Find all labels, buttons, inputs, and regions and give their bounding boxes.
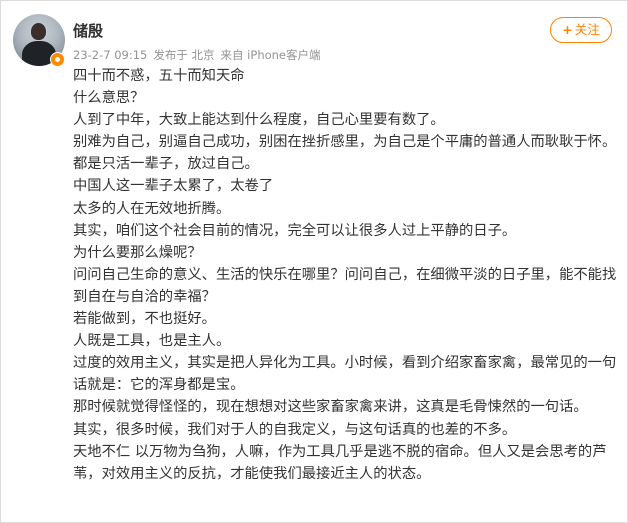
post-text-line: 若能做到，不也挺好。 bbox=[73, 311, 216, 328]
follow-label: 关注 bbox=[574, 22, 600, 37]
post-text-line: 其实，咱们这个社会目前的情况，完全可以让很多人过上平静的日子。 bbox=[73, 222, 517, 239]
weibo-post-card: 储殷 23-2-7 09:15 发布于 北京 来自 iPhone客户端 + 关注 四十… bbox=[0, 0, 628, 523]
post-text-line: 问问自己生命的意义、生活的快乐在哪里？问问自己，在细微平淡的日子里，能不能找 bbox=[73, 266, 617, 283]
post-meta: 23-2-7 09:15 发布于 北京 来自 iPhone客户端 bbox=[73, 48, 321, 62]
post-text-line: 苇，对效用主义的反抗，才能使我们最接近主人的状态。 bbox=[73, 465, 431, 482]
post-text-line: 过度的效用主义，其实是把人异化为工具。小时候，看到介绍家畜家禽，最常见的一句 bbox=[73, 355, 617, 372]
post-text-line: 四十而不惑，五十而知天命 bbox=[73, 68, 245, 84]
post-text-line: 都是只活一辈子，放过自己。 bbox=[73, 156, 259, 173]
post-text-line: 其实，很多时候，我们对于人的自我定义，与这句话真的也差的不多。 bbox=[73, 421, 517, 438]
post-text-line: 那时候就觉得怪怪的，现在想想对这些家畜家禽来讲，这真是毛骨悚然的一句话。 bbox=[73, 399, 588, 416]
post-text-line: 人到了中年，大致上能达到什么程度，自己心里要有数了。 bbox=[73, 112, 445, 129]
post-text-line: 天地不仁 以万物为刍狗，人嘛，作为工具几乎是逃不脱的宿命。但人又是会思考的芦 bbox=[73, 443, 607, 460]
post-location: 发布于 北京 bbox=[153, 48, 215, 62]
verified-badge-icon bbox=[50, 52, 65, 67]
plus-icon: + bbox=[562, 22, 573, 37]
post-date[interactable]: 23-2-7 09:15 bbox=[73, 48, 147, 62]
post-body: 四十而不惑，五十而知天命 什么意思？ 人到了中年，大致上能达到什么程度，自己心里要有… bbox=[73, 65, 621, 485]
follow-button[interactable]: + 关注 bbox=[550, 17, 612, 43]
post-text-line: 到自在与自洽的幸福？ bbox=[73, 288, 216, 305]
post-text-line: 话就是：它的浑身都是宝。 bbox=[73, 377, 245, 394]
post-text-line: 人既是工具，也是主人。 bbox=[73, 333, 231, 350]
author-name[interactable]: 储殷 bbox=[73, 22, 103, 40]
post-text-line: 别难为自己，别逼自己成功，别困在挫折感里，为自己是个平庸的普通人而耿耿于怀。 bbox=[73, 134, 617, 151]
post-text-line: 什么意思？ bbox=[73, 90, 145, 107]
avatar-head-shape bbox=[31, 23, 46, 40]
post-text-line: 为什么要那么燥呢？ bbox=[73, 244, 202, 261]
post-text-line: 中国人这一辈子太累了，太卷了 bbox=[73, 178, 274, 195]
post-device: 来自 iPhone客户端 bbox=[220, 48, 321, 62]
post-text-line: 太多的人在无效地折腾。 bbox=[73, 200, 231, 217]
